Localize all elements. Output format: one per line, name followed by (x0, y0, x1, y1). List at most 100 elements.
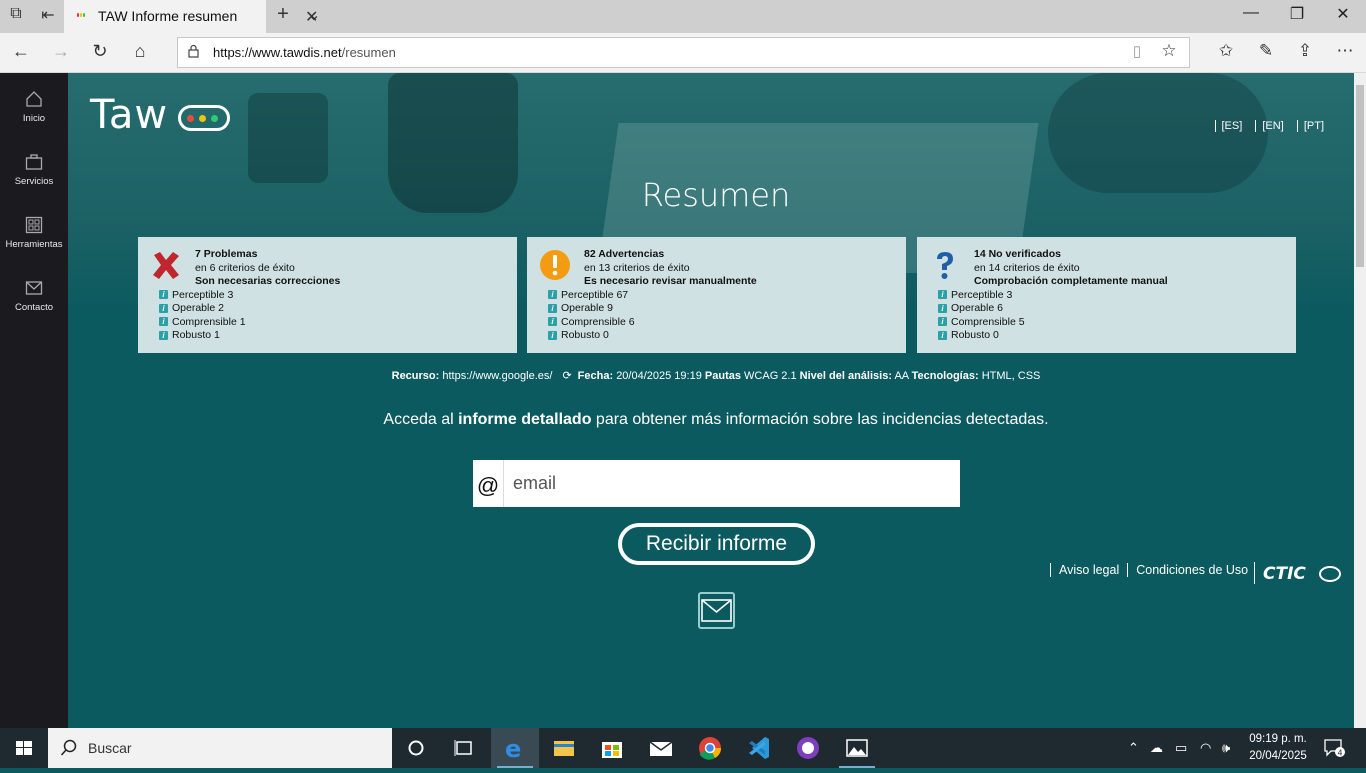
tab-list-chevron-icon[interactable]: ⌄ (302, 5, 326, 25)
onedrive-cloud-icon[interactable]: ☁ (1150, 740, 1163, 756)
card-heading: 82 Advertencias (584, 248, 665, 260)
lang-es-link[interactable]: [ES] (1214, 120, 1249, 132)
new-tab-icon[interactable]: + (271, 3, 295, 26)
browser-tab-bar: ⧉ ⇤ TAW Informe resumen ✕ + ⌄ — ❐ ✕ (0, 0, 1366, 33)
chrome-icon[interactable] (686, 728, 734, 768)
clock-date: 20/04/2025 (1249, 750, 1307, 762)
windows-logo-icon (16, 741, 32, 755)
resource-value: https://www.google.es/ (442, 370, 553, 382)
info-icon: i (548, 317, 557, 327)
list-item[interactable]: i Comprensible 1 (159, 315, 246, 329)
list-item[interactable]: i Robusto 0 (548, 329, 635, 343)
tools-grid-icon (25, 216, 43, 234)
guidelines-value: WCAG 2.1 (744, 370, 797, 382)
minimize-icon[interactable]: — (1228, 4, 1274, 22)
file-explorer-icon[interactable] (540, 728, 588, 768)
github-desktop-icon[interactable] (784, 728, 832, 768)
side-nav: Inicio Servicios Herramientas Contacto (0, 73, 68, 728)
favorites-hub-icon[interactable]: ✩ (1211, 41, 1241, 61)
sidebar-item-herramientas[interactable]: Herramientas (0, 216, 68, 250)
back-icon[interactable]: ← (6, 41, 36, 62)
sidebar-item-inicio[interactable]: Inicio (0, 90, 68, 124)
envelope-icon[interactable] (698, 592, 735, 629)
mail-icon (25, 281, 43, 295)
briefcase-icon (25, 154, 43, 170)
card-heading: 7 Problemas (195, 248, 258, 260)
sidebar-item-label: Servicios (14, 176, 54, 187)
list-item[interactable]: i Operable 2 (159, 302, 246, 316)
reanalyze-icon[interactable]: ⟳ (562, 369, 571, 382)
lang-pt-link[interactable]: [PT] (1296, 120, 1330, 132)
url-field[interactable]: https://www.tawdis.net/resumen ▯ ☆ (177, 37, 1190, 68)
list-item[interactable]: i Robusto 1 (159, 329, 246, 343)
list-item[interactable]: i Perceptible 67 (548, 288, 635, 302)
language-switcher: [ES] [EN] [PT] (1211, 120, 1330, 132)
list-item[interactable]: i Comprensible 6 (548, 315, 635, 329)
home-icon[interactable]: ⌂ (125, 41, 155, 62)
taskbar-clock[interactable]: 09:19 p. m. 20/04/2025 (1240, 731, 1316, 765)
tray-overflow-chevron-icon[interactable]: ⌃ (1128, 740, 1139, 756)
list-item[interactable]: i Operable 9 (548, 302, 635, 316)
vscode-icon[interactable] (735, 728, 783, 768)
edge-app-icon[interactable]: e (491, 728, 539, 768)
forward-icon[interactable]: → (46, 41, 76, 62)
summary-card-unverified: 14 No verificados en 14 criterios de éxi… (917, 237, 1296, 353)
info-icon: i (938, 290, 947, 300)
footer-links: Aviso legal Condiciones de Uso (1050, 563, 1257, 577)
task-view-icon[interactable] (440, 728, 488, 768)
page-scrollbar[interactable] (1354, 73, 1366, 728)
email-form: @ (473, 460, 960, 507)
store-icon[interactable] (588, 728, 636, 768)
card-subheading: en 14 criterios de éxito (974, 262, 1080, 274)
tab-title: TAW Informe resumen (98, 8, 238, 24)
list-item[interactable]: i Perceptible 3 (159, 288, 246, 302)
taw-logo[interactable]: Taw (90, 95, 230, 135)
set-aside-tabs-icon[interactable]: ⇤ (36, 5, 60, 25)
refresh-icon[interactable]: ↻ (85, 41, 115, 62)
battery-icon[interactable]: ▭ (1175, 740, 1187, 756)
terms-link[interactable]: Condiciones de Uso (1127, 563, 1257, 577)
clock-time: 09:19 p. m. (1249, 733, 1307, 745)
search-icon (60, 739, 77, 756)
start-button[interactable] (0, 728, 48, 768)
sidebar-item-servicios[interactable]: Servicios (0, 153, 68, 187)
list-item[interactable]: i Comprensible 5 (938, 315, 1025, 329)
windows-taskbar: Buscar e ⌃ ☁ ▭ ◠ 🕪 09:19 p. m. 20/04/202… (0, 728, 1366, 768)
share-icon[interactable]: ⇪ (1290, 41, 1320, 61)
taskbar-search[interactable]: Buscar (48, 728, 392, 768)
favorite-star-icon[interactable]: ☆ (1154, 41, 1184, 61)
sidebar-item-contacto[interactable]: Contacto (0, 279, 68, 313)
tab-actions-icon[interactable]: ⧉ (4, 5, 28, 23)
legal-notice-link[interactable]: Aviso legal (1050, 563, 1128, 577)
page-title: Resumen (641, 176, 791, 214)
browser-tab[interactable]: TAW Informe resumen ✕ (64, 0, 318, 33)
sidebar-item-label: Herramientas (5, 239, 63, 250)
detailed-report-prompt: Acceda al informe detallado para obtener… (383, 411, 1049, 428)
ctic-logo[interactable]: CTIC (1254, 562, 1344, 584)
more-menu-icon[interactable]: ⋯ (1330, 41, 1360, 61)
cortana-icon[interactable] (392, 728, 440, 768)
tab-favicon-icon (77, 13, 85, 18)
mail-app-icon[interactable] (637, 728, 685, 768)
svg-text:CTIC: CTIC (1263, 564, 1306, 584)
web-note-pen-icon[interactable]: ✎ (1251, 41, 1281, 61)
info-icon: i (159, 330, 168, 340)
info-icon: i (548, 290, 557, 300)
list-item[interactable]: i Operable 6 (938, 302, 1025, 316)
wifi-icon[interactable]: ◠ (1200, 740, 1211, 756)
url-text: https://www.tawdis.net/resumen (213, 45, 396, 60)
photos-app-icon[interactable] (833, 728, 881, 768)
home-icon (26, 91, 42, 107)
action-center-icon[interactable]: 4 (1324, 738, 1346, 761)
svg-text:e: e (505, 735, 521, 763)
lang-en-link[interactable]: [EN] (1255, 120, 1290, 132)
email-field[interactable] (505, 460, 955, 507)
restore-icon[interactable]: ❐ (1274, 4, 1320, 24)
receive-report-button[interactable]: Recibir informe (618, 523, 815, 565)
list-item[interactable]: i Robusto 0 (938, 329, 1025, 343)
scrollbar-thumb[interactable] (1356, 85, 1364, 267)
close-window-icon[interactable]: ✕ (1320, 4, 1366, 24)
reading-view-icon[interactable]: ▯ (1122, 42, 1152, 60)
volume-icon[interactable]: 🕪 (1222, 740, 1230, 756)
list-item[interactable]: i Perceptible 3 (938, 288, 1025, 302)
